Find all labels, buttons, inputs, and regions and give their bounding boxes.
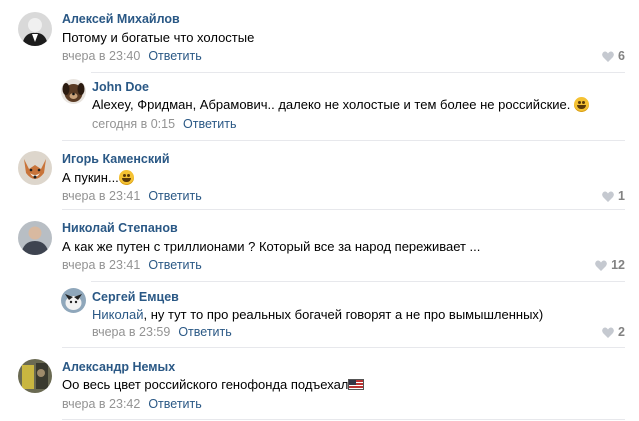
- comment-text-body: А пукин...: [62, 170, 119, 185]
- reply-button[interactable]: Ответить: [148, 397, 201, 411]
- comment-author[interactable]: John Doe: [92, 80, 149, 94]
- divider: [91, 72, 625, 73]
- comment-alexander-nemykh: Александр Немых Оо весь цвет российского…: [0, 349, 639, 421]
- heart-icon: [602, 51, 614, 62]
- avatar[interactable]: [61, 79, 86, 104]
- avatar[interactable]: [18, 151, 52, 185]
- divider: [62, 347, 625, 348]
- comment-sergey-emtsev: Сергей Емцев Николай, ну тут то про реал…: [0, 284, 639, 348]
- avatar[interactable]: [18, 12, 52, 46]
- comment-meta: вчера в 23:42 Ответить: [62, 397, 202, 411]
- divider: [62, 209, 625, 210]
- avatar[interactable]: [18, 359, 52, 393]
- comment-nikolay-stepanov: Николай Степанов А как же путен с трилли…: [0, 211, 639, 286]
- comment-text: Оо весь цвет российского генофонда подъе…: [62, 377, 365, 392]
- heart-icon: [602, 327, 614, 338]
- comment-alexey-mikhailov: Алексей Михайлов Потому и богатые что хо…: [0, 0, 639, 75]
- comment-text: А пукин...: [62, 170, 134, 185]
- comment-meta: вчера в 23:59 Ответить: [92, 325, 232, 339]
- comment-time[interactable]: вчера в 23:41: [62, 258, 140, 272]
- comment-meta: вчера в 23:41 Ответить: [62, 189, 202, 203]
- comment-time[interactable]: вчера в 23:42: [62, 397, 140, 411]
- flag-icon: [348, 379, 365, 390]
- comment-text-body: , ну тут то про реальных богачей говорят…: [143, 307, 544, 322]
- like-count: 12: [611, 258, 625, 272]
- comment-meta: сегодня в 0:15 Ответить: [92, 117, 236, 131]
- like-button[interactable]: 6: [602, 49, 625, 63]
- comment-text-body: Оо весь цвет российского генофонда подъе…: [62, 377, 349, 392]
- heart-icon: [595, 260, 607, 271]
- laughing-emoji-icon: [118, 170, 134, 185]
- comment-meta: вчера в 23:41 Ответить: [62, 258, 202, 272]
- comment-time[interactable]: сегодня в 0:15: [92, 117, 175, 131]
- comment-meta: вчера в 23:40 Ответить: [62, 49, 202, 63]
- comment-time[interactable]: вчера в 23:59: [92, 325, 170, 339]
- heart-icon: [602, 191, 614, 202]
- divider: [91, 281, 625, 282]
- like-count: 1: [618, 189, 625, 203]
- comment-author[interactable]: Игорь Каменский: [62, 152, 170, 166]
- avatar[interactable]: [18, 221, 52, 255]
- comment-text: А как же путен с триллионами ? Который в…: [62, 239, 481, 254]
- like-button[interactable]: 12: [595, 258, 625, 272]
- reply-button[interactable]: Ответить: [148, 258, 201, 272]
- comment-text-body: Alexey, Фридман, Абрамович.. далеко не х…: [92, 97, 571, 112]
- divider: [62, 140, 625, 141]
- comment-igor-kamensky: Игорь Каменский А пукин... вчера в 23:41…: [0, 142, 639, 212]
- comment-time[interactable]: вчера в 23:41: [62, 189, 140, 203]
- reply-button[interactable]: Ответить: [183, 117, 236, 131]
- comment-author[interactable]: Николай Степанов: [62, 221, 178, 235]
- comment-john-doe: John Doe Alexey, Фридман, Абрамович.. да…: [0, 75, 639, 142]
- comment-time[interactable]: вчера в 23:40: [62, 49, 140, 63]
- reply-button[interactable]: Ответить: [178, 325, 231, 339]
- comment-author[interactable]: Александр Немых: [62, 360, 175, 374]
- avatar[interactable]: [61, 288, 86, 313]
- grinning-emoji-icon: [573, 97, 589, 112]
- like-count: 6: [618, 49, 625, 63]
- reply-button[interactable]: Ответить: [148, 49, 201, 63]
- mention-link[interactable]: Николай: [92, 307, 144, 322]
- divider: [62, 419, 625, 420]
- like-button[interactable]: 1: [602, 189, 625, 203]
- like-button[interactable]: 2: [602, 325, 625, 339]
- comment-author[interactable]: Сергей Емцев: [92, 290, 179, 304]
- comment-text: Николай, ну тут то про реальных богачей …: [92, 307, 543, 322]
- reply-button[interactable]: Ответить: [148, 189, 201, 203]
- comment-text: Alexey, Фридман, Абрамович.. далеко не х…: [92, 97, 589, 112]
- comment-author[interactable]: Алексей Михайлов: [62, 12, 180, 26]
- comment-text: Потому и богатые что холостые: [62, 30, 255, 45]
- like-count: 2: [618, 325, 625, 339]
